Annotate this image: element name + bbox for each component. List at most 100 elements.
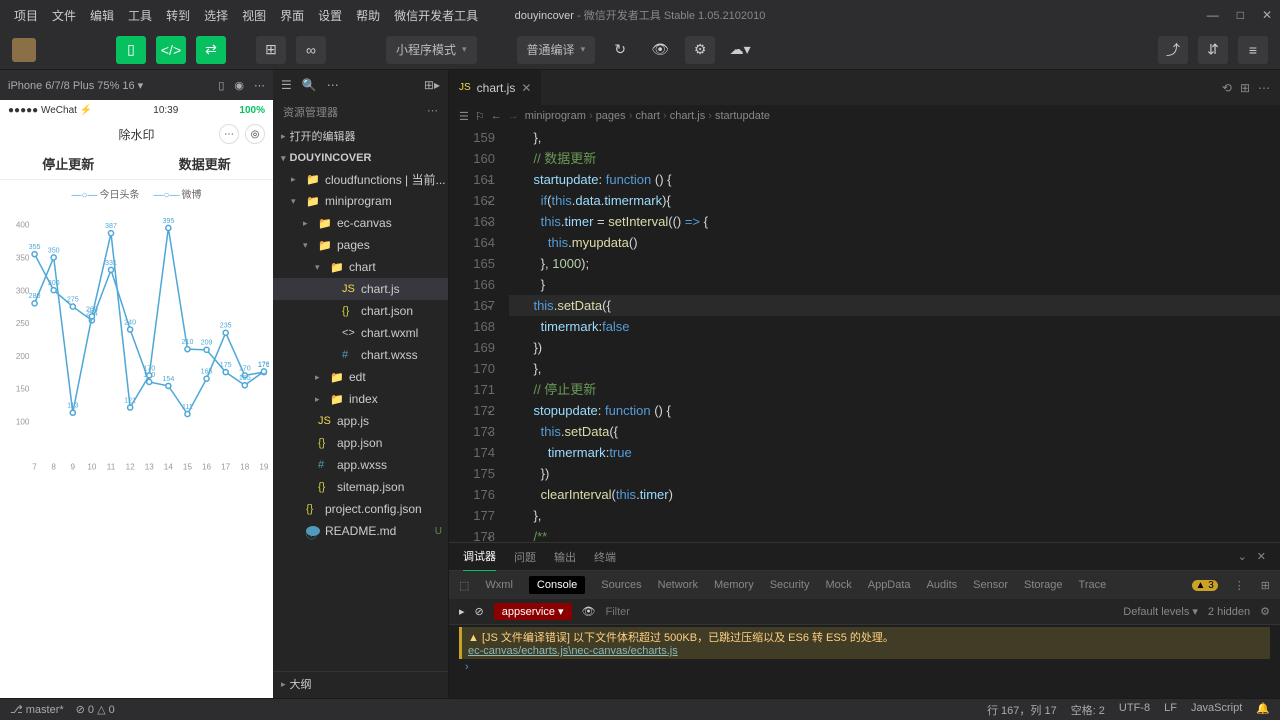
problems-indicator[interactable]: ⊘ 0 △ 0 <box>76 703 115 716</box>
menu-界面[interactable]: 界面 <box>274 3 310 28</box>
language-indicator[interactable]: JavaScript <box>1191 702 1242 718</box>
tab-memory[interactable]: Memory <box>714 579 754 591</box>
console-settings-icon[interactable]: ⊞ <box>1261 579 1270 592</box>
menu-转到[interactable]: 转到 <box>160 3 196 28</box>
tree-chart.wxml[interactable]: <>chart.wxml <box>273 322 448 344</box>
tab-appdata[interactable]: AppData <box>868 579 911 591</box>
cloud-button[interactable]: ∞ <box>296 36 326 64</box>
menu-项目[interactable]: 项目 <box>8 3 44 28</box>
levels-dropdown[interactable]: Default levels ▾ <box>1123 605 1198 618</box>
outline-icon[interactable]: ☰ <box>459 110 469 123</box>
tree-index[interactable]: ▸📁index <box>273 388 448 410</box>
tab-storage[interactable]: Storage <box>1024 579 1063 591</box>
avatar[interactable] <box>12 38 36 62</box>
tab-chart-js[interactable]: JS chart.js ✕ <box>449 70 542 105</box>
debug-icon[interactable]: ⚙ <box>685 36 715 64</box>
console-gear-icon[interactable]: ⚙ <box>1260 605 1270 618</box>
filter-input[interactable] <box>606 606 1114 618</box>
indent-indicator[interactable]: 空格: 2 <box>1071 702 1105 718</box>
tab-debugger[interactable]: 调试器 <box>463 542 496 572</box>
simulator-button[interactable]: ▯ <box>116 36 146 64</box>
maximize-icon[interactable]: □ <box>1237 8 1244 22</box>
compare-icon[interactable]: ⟲ <box>1222 81 1232 95</box>
sim-more-icon[interactable]: ⋯ <box>254 79 265 92</box>
inspect-icon[interactable]: ⬚ <box>459 579 469 592</box>
bc-pages[interactable]: pages <box>596 110 626 122</box>
exp-menu-icon[interactable]: ⋯ <box>427 104 438 120</box>
menu-设置[interactable]: 设置 <box>312 3 348 28</box>
collapse-icon[interactable]: ☰ <box>281 78 292 92</box>
tree-app.js[interactable]: JSapp.js <box>273 410 448 432</box>
mute-icon[interactable]: ◉ <box>234 79 244 92</box>
console-prompt[interactable]: › <box>459 659 1270 675</box>
cursor-position[interactable]: 行 167，列 17 <box>987 702 1057 718</box>
minimize-icon[interactable]: — <box>1207 8 1219 22</box>
visual-button[interactable]: ⊞ <box>256 36 286 64</box>
tab-sources[interactable]: Sources <box>601 579 641 591</box>
tree-pages[interactable]: ▾📁pages <box>273 234 448 256</box>
menu-选择[interactable]: 选择 <box>198 3 234 28</box>
encoding-indicator[interactable]: UTF-8 <box>1119 702 1150 718</box>
back-icon[interactable]: ← <box>491 110 502 122</box>
tab-close-icon[interactable]: ✕ <box>521 81 531 95</box>
capsule-menu-icon[interactable]: ⋯ <box>219 124 239 144</box>
toggle-sidebar-icon[interactable]: ▸ <box>459 605 465 618</box>
tab-terminal[interactable]: 终端 <box>594 543 616 571</box>
eol-indicator[interactable]: LF <box>1164 702 1177 718</box>
split-icon[interactable]: ⊞▸ <box>424 78 440 92</box>
tree-ec-canvas[interactable]: ▸📁ec-canvas <box>273 212 448 234</box>
menu-编辑[interactable]: 编辑 <box>84 3 120 28</box>
console-vdots-icon[interactable]: ⋮ <box>1234 579 1245 592</box>
tree-sitemap.json[interactable]: {}sitemap.json <box>273 476 448 498</box>
compile-dropdown[interactable]: 普通编译 <box>517 36 596 64</box>
search-icon[interactable]: 🔍 <box>302 78 317 92</box>
preview-icon[interactable]: 👁 <box>645 36 675 64</box>
tab-stop[interactable]: 停止更新 <box>0 148 137 179</box>
open-editors-section[interactable]: 打开的编辑器 <box>273 124 448 148</box>
project-section[interactable]: DOUYINCOVER <box>273 148 448 168</box>
device-selector[interactable]: iPhone 6/7/8 Plus 75% 16 ▾ <box>8 79 143 92</box>
branch-indicator[interactable]: ⎇ master* <box>10 703 64 716</box>
panel-close-icon[interactable]: ✕ <box>1257 544 1266 569</box>
code-content[interactable]: }, // 数据更新 startupdate: function () { if… <box>509 127 1280 542</box>
tree-miniprogram[interactable]: ▾📁miniprogram <box>273 190 448 212</box>
tab-audits[interactable]: Audits <box>927 579 958 591</box>
tab-output[interactable]: 输出 <box>554 543 576 571</box>
editor-more-icon[interactable]: ⋯ <box>1258 81 1270 95</box>
clear-icon[interactable]: ☁▾ <box>725 36 755 64</box>
menu-视图[interactable]: 视图 <box>236 3 272 28</box>
version-icon[interactable]: ⇵ <box>1198 36 1228 64</box>
bell-icon[interactable]: 🔔 <box>1256 702 1270 718</box>
more-icon[interactable]: ≡ <box>1238 36 1268 64</box>
menu-工具[interactable]: 工具 <box>122 3 158 28</box>
tree-chart.json[interactable]: {}chart.json <box>273 300 448 322</box>
warn-count[interactable]: ▲ 3 <box>1192 580 1218 591</box>
exp-more-icon[interactable]: ⋯ <box>327 78 339 92</box>
tab-console[interactable]: Console <box>529 576 585 594</box>
tree-chart.js[interactable]: JSchart.js <box>273 278 448 300</box>
bc-chart.js[interactable]: chart.js <box>670 110 705 122</box>
context-dropdown[interactable]: appservice ▾ <box>494 603 572 620</box>
tab-trace[interactable]: Trace <box>1079 579 1107 591</box>
hidden-count[interactable]: 2 hidden <box>1208 606 1250 618</box>
tree-chart[interactable]: ▾📁chart <box>273 256 448 278</box>
tab-problems[interactable]: 问题 <box>514 543 536 571</box>
rotate-icon[interactable]: ▯ <box>218 79 224 92</box>
clear-console-icon[interactable]: ⊘ <box>475 605 484 618</box>
tree-cloudfunctions | 当前...[interactable]: ▸📁cloudfunctions | 当前... <box>273 168 448 190</box>
tab-network[interactable]: Network <box>658 579 698 591</box>
refresh-icon[interactable]: ↻ <box>605 36 635 64</box>
tab-sensor[interactable]: Sensor <box>973 579 1008 591</box>
capsule-close-icon[interactable]: ◎ <box>245 124 265 144</box>
bookmark-icon[interactable]: ⚐ <box>475 110 485 123</box>
debugger-button[interactable]: ⇄ <box>196 36 226 64</box>
bc-startupdate[interactable]: startupdate <box>715 110 770 122</box>
tree-project.config.json[interactable]: {}project.config.json <box>273 498 448 520</box>
editor-button[interactable]: </> <box>156 36 186 64</box>
tab-wxml[interactable]: Wxml <box>485 579 513 591</box>
tree-README.md[interactable]: ⓘREADME.mdU <box>273 520 448 542</box>
panel-toggle-icon[interactable]: ⌄ <box>1238 544 1247 569</box>
bc-miniprogram[interactable]: miniprogram <box>525 110 586 122</box>
live-expr-icon[interactable]: 👁 <box>582 605 596 618</box>
tree-app.wxss[interactable]: #app.wxss <box>273 454 448 476</box>
